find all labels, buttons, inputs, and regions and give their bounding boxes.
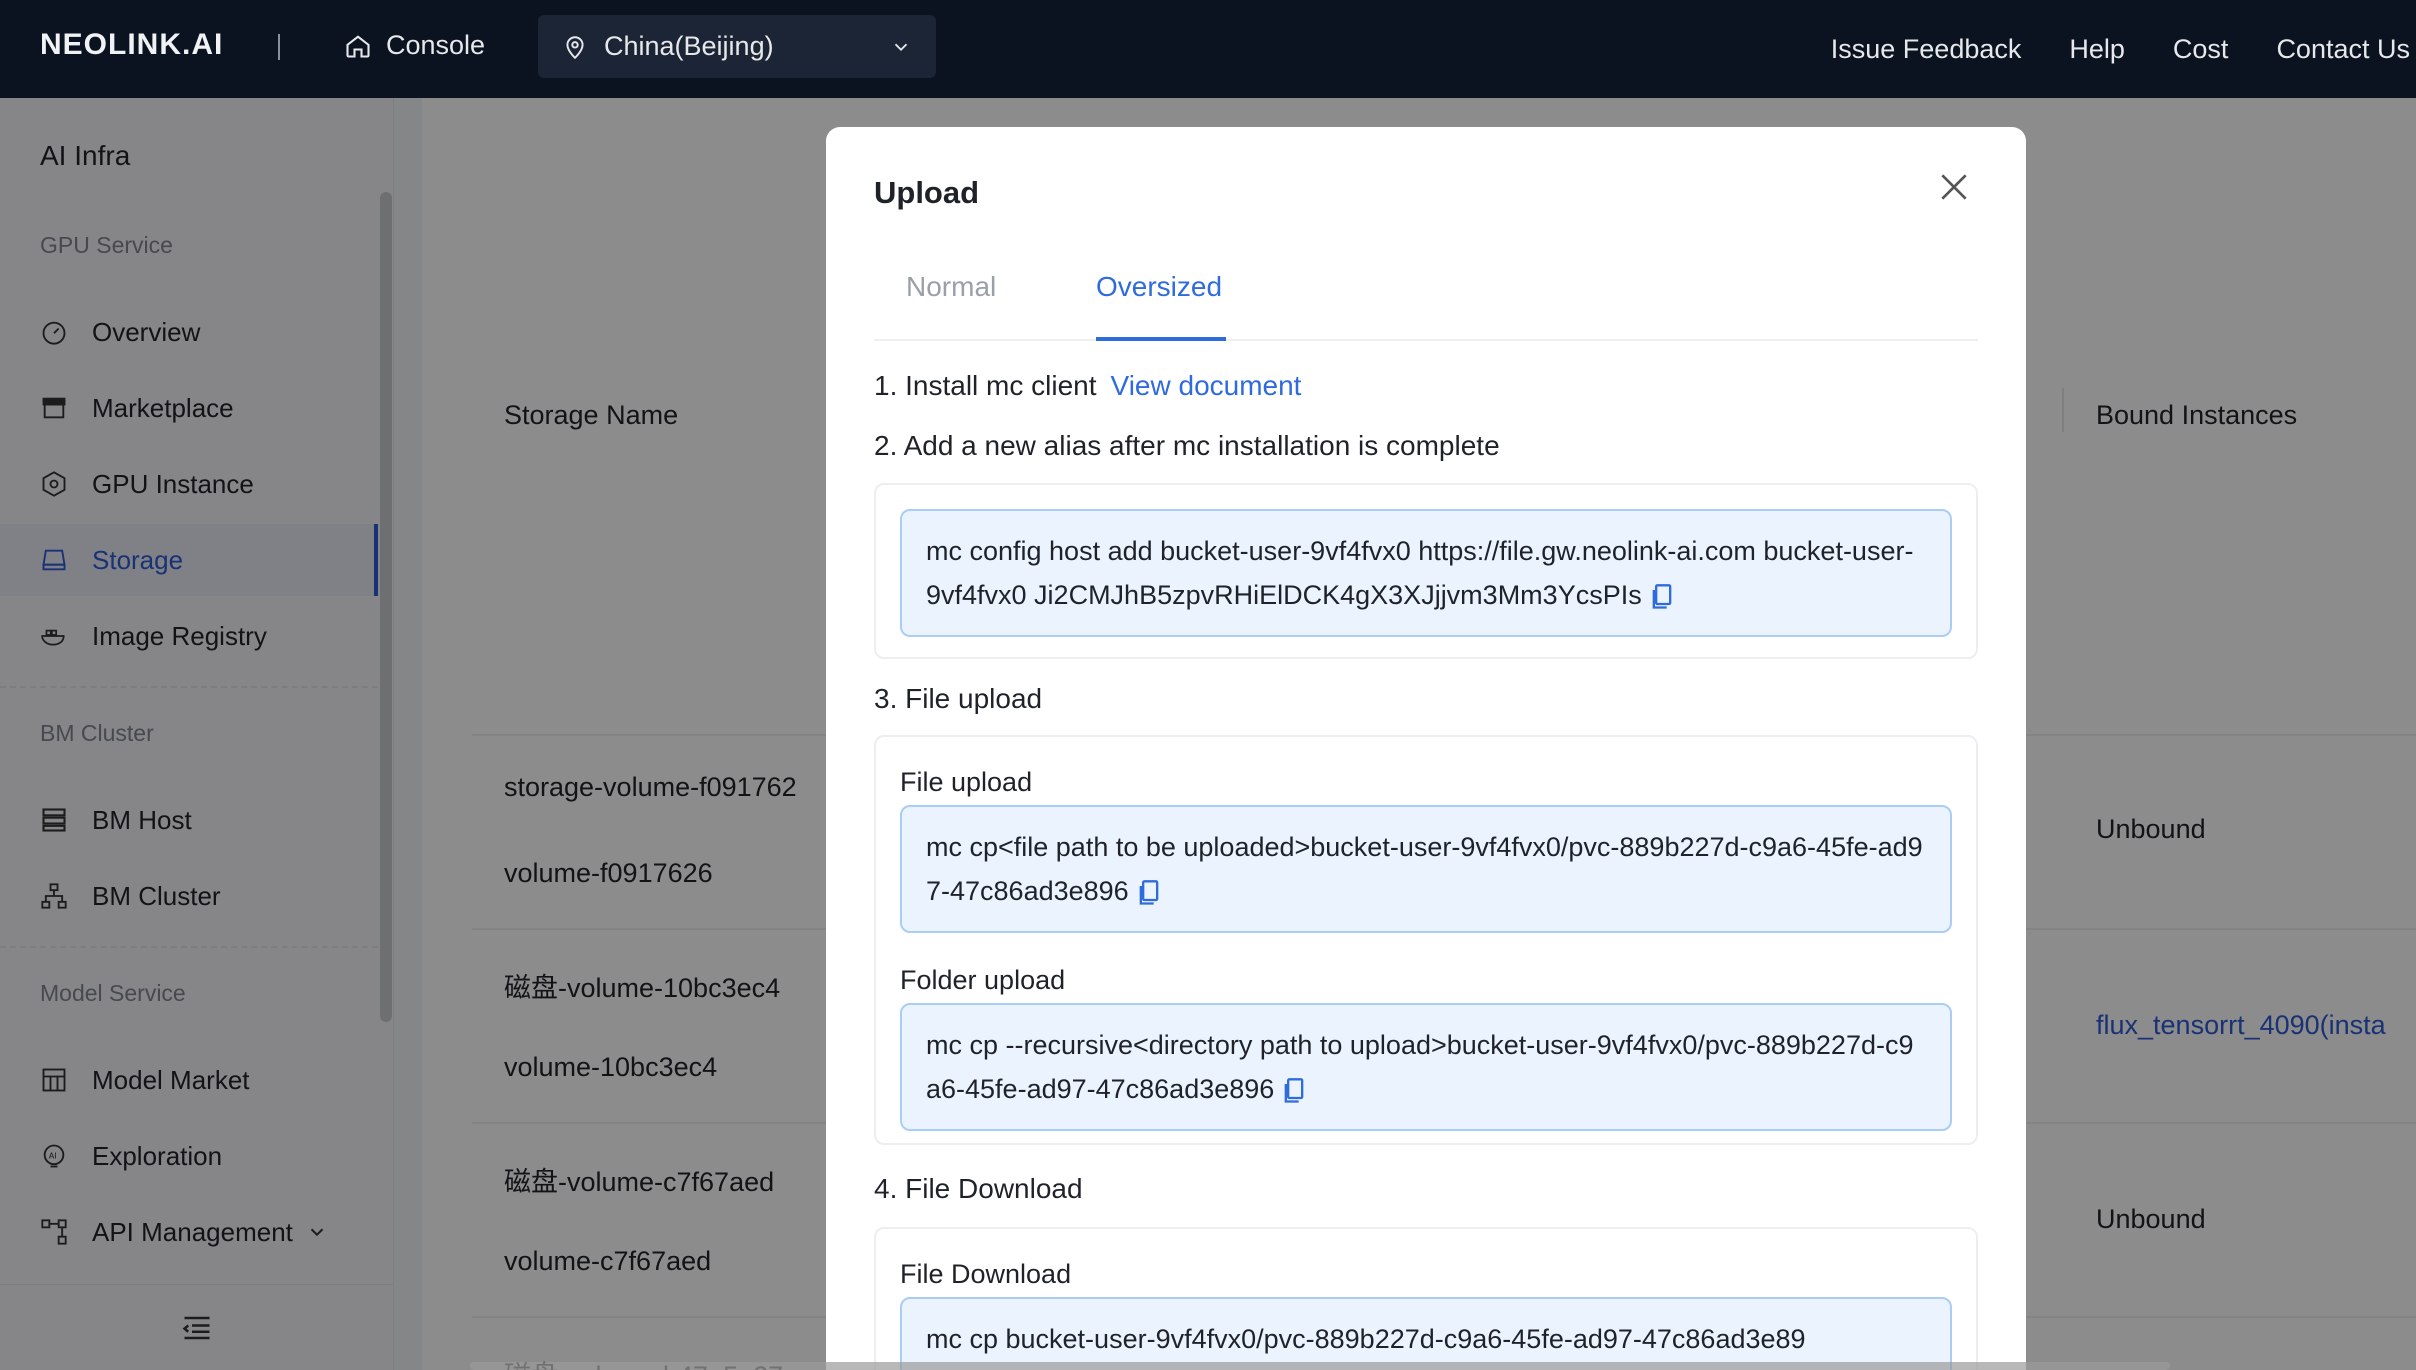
chevron-down-icon bbox=[894, 43, 908, 51]
folder-upload-command-text: mc cp --recursive<directory path to uplo… bbox=[926, 1030, 1914, 1104]
dialog-title: Upload bbox=[874, 175, 980, 210]
alias-command-text: mc config host add bucket-user-9vf4fvx0 … bbox=[926, 536, 1914, 610]
nav-link-contact-us[interactable]: Contact Us bbox=[2276, 34, 2410, 65]
nav-link-cost[interactable]: Cost bbox=[2173, 34, 2229, 65]
step-install-mc: 1. Install mc client View document bbox=[874, 370, 1301, 402]
file-download-label: File Download bbox=[900, 1259, 1072, 1289]
file-upload-command-text: mc cp<file path to be uploaded>bucket-us… bbox=[926, 832, 1923, 906]
view-document-link[interactable]: View document bbox=[1111, 370, 1302, 401]
horizontal-scrollbar[interactable] bbox=[470, 1362, 2170, 1370]
copy-icon[interactable] bbox=[1650, 583, 1674, 611]
file-download-command-text: mc cp bucket-user-9vf4fvx0/pvc-889b227d-… bbox=[926, 1324, 1806, 1354]
alias-command-box[interactable]: mc config host add bucket-user-9vf4fvx0 … bbox=[900, 509, 1952, 637]
step-file-download: 4. File Download bbox=[874, 1173, 1083, 1204]
nav-link-help[interactable]: Help bbox=[2069, 34, 2125, 65]
console-label: Console bbox=[386, 30, 486, 60]
location-pin-icon bbox=[566, 35, 584, 59]
top-nav-bar: NEOLINK.AI Console China(Beijing) Issue … bbox=[0, 0, 2416, 98]
home-icon bbox=[346, 34, 370, 58]
file-download-command-box[interactable]: mc cp bucket-user-9vf4fvx0/pvc-889b227d-… bbox=[900, 1297, 1952, 1370]
tab-oversized[interactable]: Oversized bbox=[1096, 271, 1222, 303]
step-file-upload: 3. File upload bbox=[874, 683, 1043, 714]
region-select[interactable]: China(Beijing) bbox=[538, 15, 936, 78]
upload-tabs: Normal Oversized bbox=[874, 257, 1978, 341]
step-add-alias: 2. Add a new alias after mc installation… bbox=[874, 430, 1500, 461]
region-label: China(Beijing) bbox=[604, 31, 774, 61]
nav-link-issue-feedback[interactable]: Issue Feedback bbox=[1831, 34, 2022, 65]
console-link[interactable]: Console bbox=[344, 30, 485, 61]
close-icon[interactable] bbox=[1934, 167, 1974, 207]
tab-normal[interactable]: Normal bbox=[906, 271, 996, 303]
copy-icon[interactable] bbox=[1137, 879, 1161, 907]
file-upload-label: File upload bbox=[900, 767, 1033, 797]
file-upload-command-box[interactable]: mc cp<file path to be uploaded>bucket-us… bbox=[900, 805, 1952, 933]
nav-divider bbox=[278, 34, 280, 60]
step-label: 1. Install mc client bbox=[874, 370, 1097, 401]
copy-icon[interactable] bbox=[1282, 1077, 1306, 1105]
brand-logo[interactable]: NEOLINK.AI bbox=[40, 28, 223, 62]
upload-dialog: Upload Normal Oversized 1. Install mc cl… bbox=[826, 127, 2026, 1370]
folder-upload-command-box[interactable]: mc cp --recursive<directory path to uplo… bbox=[900, 1003, 1952, 1131]
folder-upload-label: Folder upload bbox=[900, 965, 1066, 995]
active-tab-indicator bbox=[1096, 337, 1226, 341]
nav-links: Issue Feedback Help Cost Contact Us bbox=[1831, 0, 2416, 98]
